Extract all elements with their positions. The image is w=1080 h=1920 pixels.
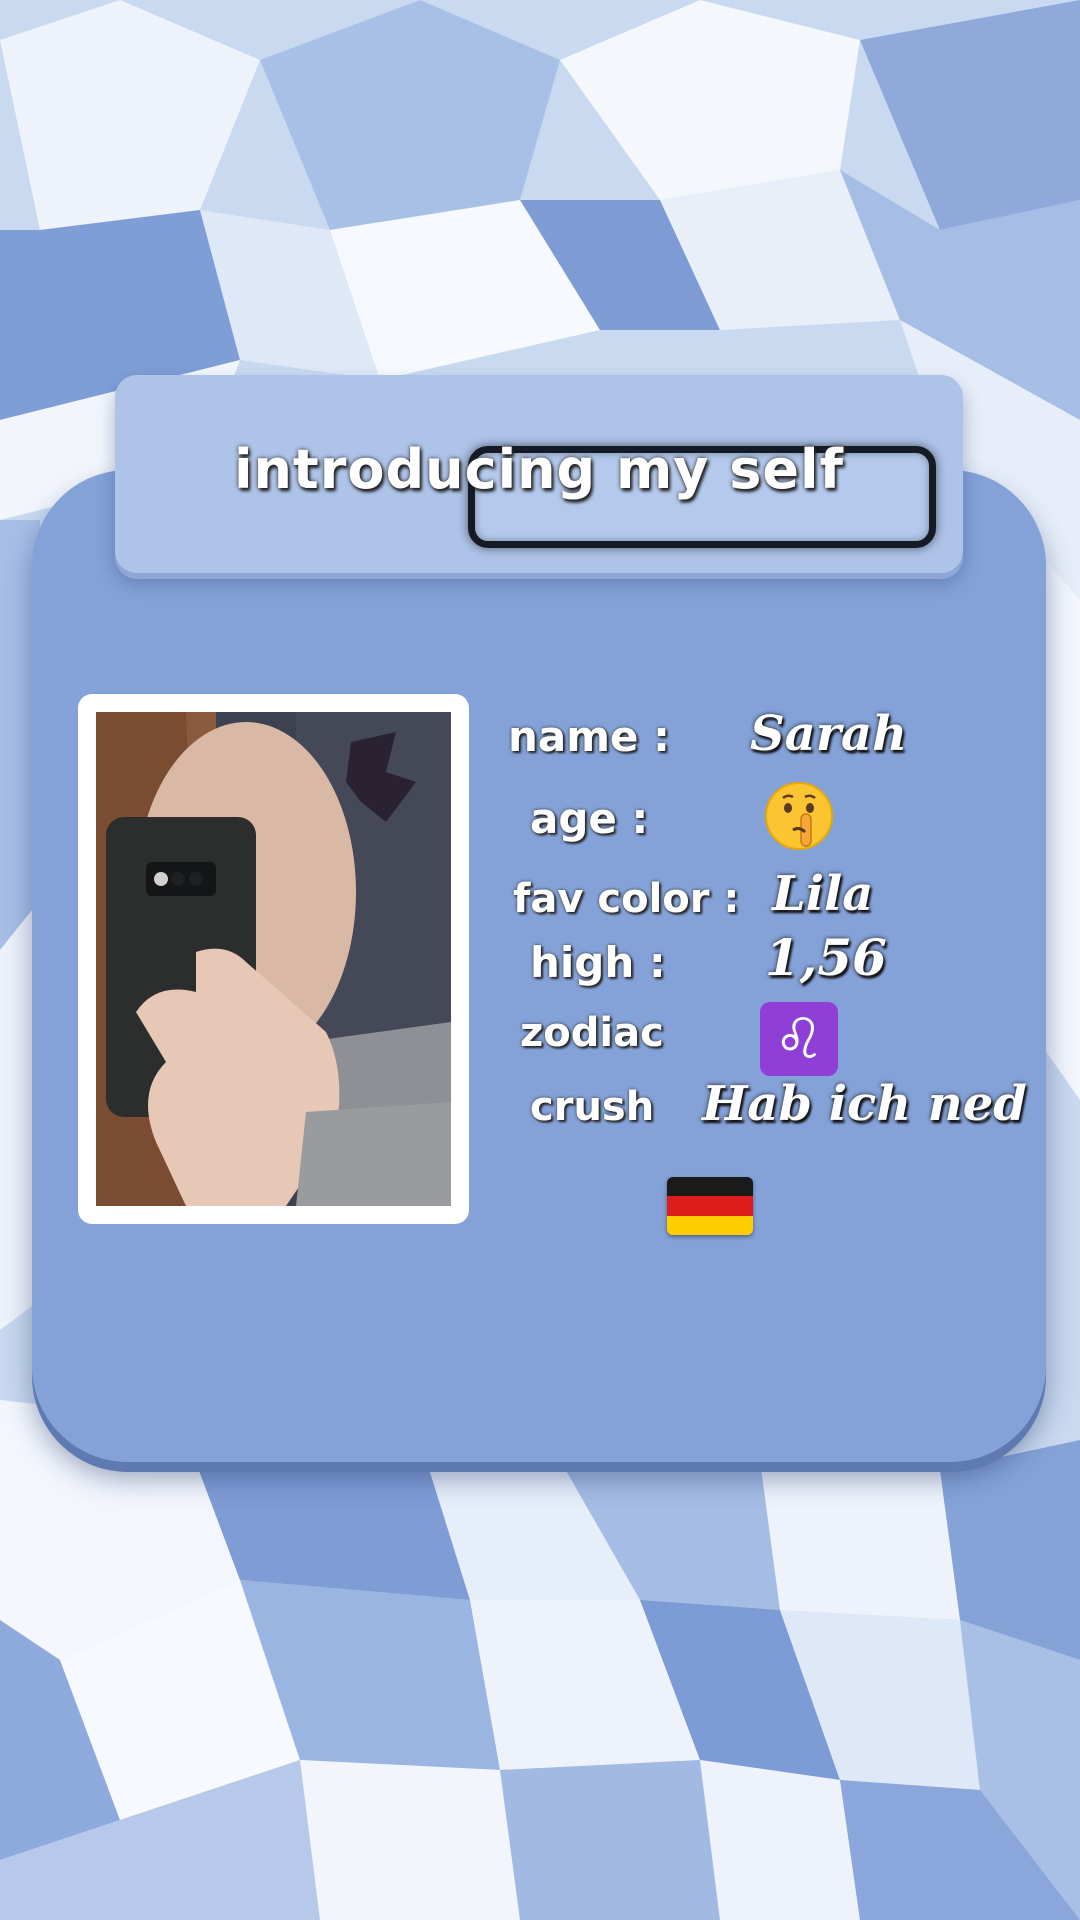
page-title: introducing my self bbox=[233, 438, 845, 501]
height-value: 1,56 bbox=[765, 928, 887, 987]
crush-label: crush bbox=[530, 1084, 655, 1130]
photo-image bbox=[96, 712, 451, 1206]
fav-color-value: Lila bbox=[772, 866, 874, 922]
crush-value: Hab ich ned bbox=[702, 1076, 1027, 1132]
height-label: high : bbox=[530, 938, 666, 987]
profile-photo bbox=[78, 694, 469, 1224]
fav-color-label: fav color : bbox=[513, 876, 740, 922]
age-label: age : bbox=[530, 794, 649, 843]
zodiac-label: zodiac bbox=[520, 1010, 664, 1056]
shushing-face-icon bbox=[765, 782, 833, 850]
name-value: Sarah bbox=[750, 706, 908, 762]
germany-flag-icon bbox=[667, 1177, 753, 1235]
name-label: name : bbox=[508, 712, 670, 761]
leo-zodiac-icon: ♌ bbox=[760, 1002, 838, 1076]
